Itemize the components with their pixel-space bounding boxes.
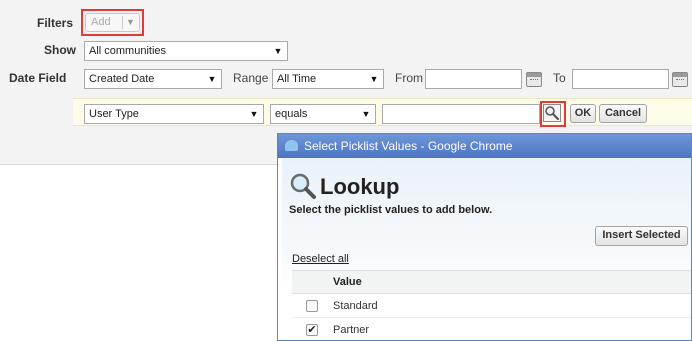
cancel-button[interactable]: Cancel (599, 104, 647, 123)
table-row: Standard (292, 295, 691, 318)
picklist-popup-window: Select Picklist Values - Google Chrome L… (277, 133, 692, 341)
lookup-title: Lookup (320, 174, 400, 199)
lookup-button-highlight (540, 101, 566, 127)
chevron-down-icon: ▼ (207, 74, 217, 84)
chrome-window-icon (285, 140, 298, 151)
calendar-icon[interactable] (672, 72, 688, 87)
chevron-down-icon: ▼ (249, 109, 259, 119)
from-label: From (395, 71, 423, 85)
table-header: Value (292, 271, 691, 294)
row-value: Partner (333, 324, 370, 336)
date-field-select[interactable]: Created Date ▼ (84, 69, 222, 89)
show-label: Show (44, 43, 76, 57)
window-title: Select Picklist Values - Google Chrome (304, 139, 513, 153)
show-select[interactable]: All communities ▼ (84, 41, 288, 61)
filters-label: Filters (37, 16, 74, 30)
show-select-value: All communities (89, 45, 167, 57)
value-column-header: Value (333, 276, 362, 288)
chevron-down-icon: ▼ (361, 109, 371, 119)
lookup-subtitle: Select the picklist values to add below. (289, 204, 493, 216)
range-label: Range (233, 71, 269, 85)
ok-button[interactable]: OK (570, 104, 596, 123)
picklist-table: Value Standard ✔ Partner (292, 270, 691, 336)
range-select-value: All Time (277, 73, 317, 85)
table-row: ✔ Partner (292, 319, 691, 340)
lookup-magnifier-icon (290, 173, 316, 199)
range-select[interactable]: All Time ▼ (272, 69, 384, 89)
criteria-value-input[interactable] (382, 104, 540, 124)
from-date-input[interactable] (425, 69, 522, 89)
deselect-all-link[interactable]: Deselect all (292, 253, 349, 265)
add-button-highlight (81, 9, 144, 36)
date-field-select-value: Created Date (89, 73, 155, 85)
chevron-down-icon: ▼ (369, 74, 379, 84)
criteria-operator-value: equals (275, 108, 308, 120)
insert-selected-button[interactable]: Insert Selected (595, 226, 688, 246)
criteria-field-select[interactable]: User Type ▼ (84, 104, 264, 124)
to-date-input[interactable] (572, 69, 669, 89)
row-checkbox[interactable] (306, 300, 318, 312)
chevron-down-icon: ▼ (273, 46, 283, 56)
criteria-operator-select[interactable]: equals ▼ (270, 104, 376, 124)
window-titlebar[interactable]: Select Picklist Values - Google Chrome (278, 134, 691, 158)
calendar-icon[interactable] (526, 72, 542, 87)
row-checkbox[interactable]: ✔ (306, 324, 318, 336)
to-label: To (553, 71, 566, 85)
lookup-body: Lookup Select the picklist values to add… (282, 158, 691, 340)
row-value: Standard (333, 300, 378, 312)
criteria-field-value: User Type (89, 108, 139, 120)
date-field-label: Date Field (9, 71, 67, 85)
